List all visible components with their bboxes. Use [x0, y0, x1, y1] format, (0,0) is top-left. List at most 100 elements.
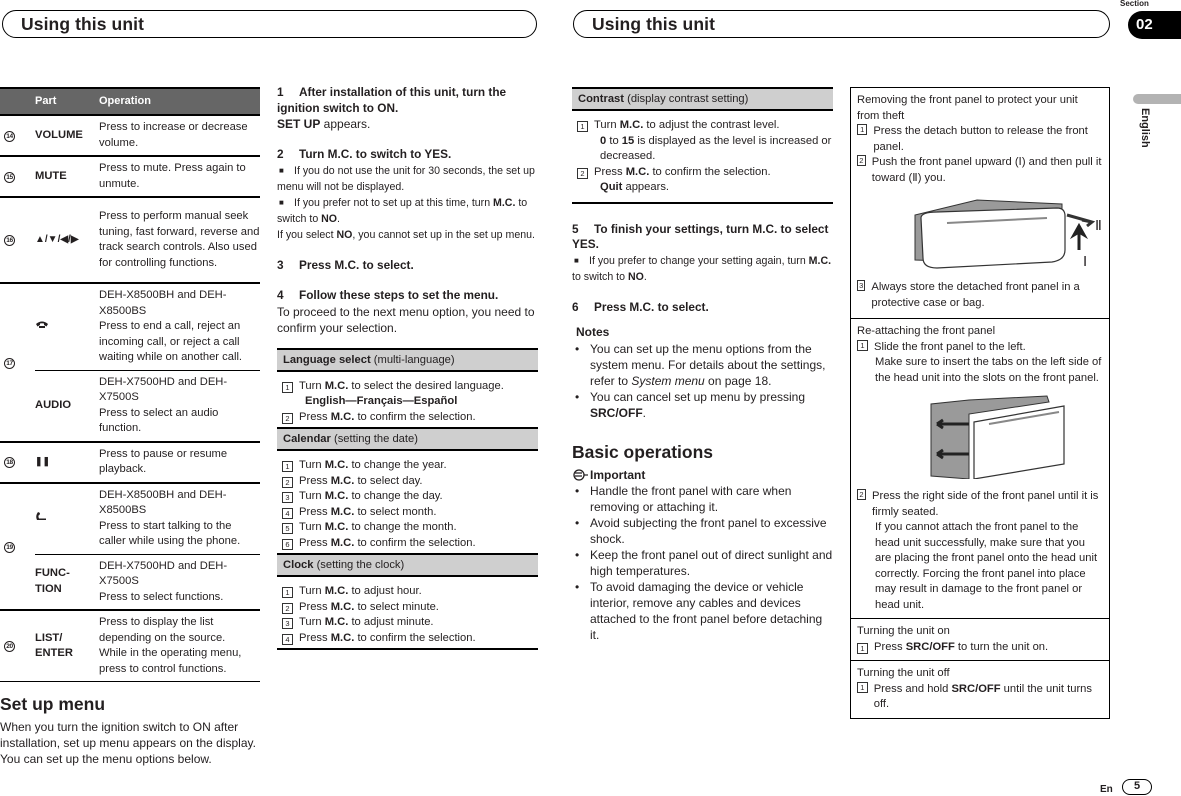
list-item: 1 Press and hold SRC/OFF until the unit t…: [857, 681, 1103, 713]
part-operation: Press to select functions.: [99, 590, 224, 603]
step-box-1-icon: 1: [857, 681, 868, 693]
setup-menu-intro: When you turn the ignition switch to ON …: [0, 720, 256, 766]
step-3: 3 Press M.C. to select.: [277, 257, 414, 272]
list-item: 3 Always store the detached front panel i…: [857, 280, 1103, 311]
turn-off-section: Turning the unit off 1 Press and hold SRC…: [851, 661, 1109, 718]
reattach-title: Re-attaching the front panel: [857, 325, 996, 337]
square-bullet-icon: ■: [279, 197, 284, 207]
model-note: DEH-X7500HD and DEH-X7500S: [99, 375, 228, 404]
remove-section: Removing the front panel to protect your…: [851, 88, 1109, 319]
part-operation: Press to select an audio function.: [99, 406, 219, 435]
table-row: AUDIO DEH-X7500HD and DEH-X7500S Press to…: [0, 369, 260, 442]
step-box-1-icon: 1: [857, 124, 868, 135]
step-box-icon: 1: [282, 461, 293, 472]
table-row: 17 DEH-X8500BH and DEH-X8500BS Press to e…: [0, 282, 260, 443]
list-item: 1 Turn M.C. to adjust the contrast level.: [577, 118, 833, 134]
step-box-3-icon: 3: [857, 280, 866, 291]
table-row: 20 LIST/ ENTER Press to display the list…: [0, 609, 260, 682]
table-row: 16 ▲/▼/◀/▶ Press to perform manual seek …: [0, 196, 260, 283]
step-box-2-icon: 2: [857, 155, 866, 166]
language-label: English: [1139, 108, 1151, 148]
section-label: Section: [1120, 0, 1149, 8]
list-item: 4 Press M.C. to confirm the selection.: [282, 631, 538, 647]
note-item: You can set up the menu options from the…: [572, 341, 833, 389]
label-1: Ⅰ: [1083, 255, 1087, 270]
setup-menu-heading: Set up menu: [0, 694, 106, 714]
important-item: To avoid damaging the device or vehicle …: [572, 579, 833, 643]
list-item: 5 Turn M.C. to change the month.: [282, 520, 538, 536]
list-item: 1 Press SRC/OFF to turn the unit on.: [857, 640, 1103, 656]
part-operation-2: While in the operating menu, press to co…: [99, 647, 242, 675]
turn-on-section: Turning the unit on 1 Press SRC/OFF to tu…: [851, 619, 1109, 661]
front-panel-box: Removing the front panel to protect your…: [850, 87, 1110, 719]
column-2: 1 After installation of this unit, turn t…: [277, 85, 538, 650]
label-2: Ⅱ: [1095, 219, 1102, 234]
language-options: English—Français—Español: [305, 395, 458, 407]
part-operation: Press to pause or resume playback.: [99, 440, 260, 483]
part-name: VOLUME: [35, 114, 99, 156]
part-name: MUTE: [35, 155, 99, 197]
basic-operations-heading: Basic operations: [572, 441, 714, 462]
step-4-text: To proceed to the next menu option, you …: [277, 304, 535, 335]
list-item: 2 Press M.C. to select minute.: [282, 600, 538, 616]
list-item: 3 Turn M.C. to adjust minute.: [282, 615, 538, 631]
clock-menu: Clock (setting the clock) 1 Turn M.C. to …: [277, 553, 538, 650]
menu-band: Calendar (setting the date): [277, 427, 538, 451]
list-item: 1 Turn M.C. to select the desired languag…: [282, 379, 538, 395]
number-circle: 14: [4, 130, 15, 142]
list-item: 1 Slide the front panel to the left.: [857, 339, 1103, 356]
menu-band: Clock (setting the clock): [277, 553, 538, 577]
list-item: 1 Turn M.C. to change the year.: [282, 458, 538, 474]
step-box-icon: 2: [282, 476, 293, 488]
step-box-icon: 3: [282, 618, 293, 629]
phone-answer-icon: [36, 511, 46, 520]
model-note: DEH-X8500BH and DEH-X8500BS: [99, 488, 227, 517]
phone-hang-up-icon: [36, 321, 48, 328]
step-2: 2 Turn M.C. to switch to YES.: [277, 147, 452, 161]
notes: Notes You can set up the menu options fr…: [572, 325, 833, 421]
menu-band: Language select (multi-language): [277, 347, 538, 372]
step-box-1-icon: 1: [282, 381, 293, 393]
number-circle: 16: [4, 235, 15, 247]
step-box-icon: 5: [282, 523, 293, 534]
contrast-range: 0 to 15 is displayed as the level is inc…: [600, 134, 832, 163]
number-circle: 15: [4, 171, 15, 183]
list-item: 3 Turn M.C. to change the day.: [282, 489, 538, 505]
parts-table: Part Operation 14 VOLUME Press to increa…: [0, 87, 260, 682]
part-operation: Press to start talking to the caller whi…: [99, 519, 241, 548]
part-operation: Press to mute. Press again to unmute.: [99, 155, 260, 197]
section-number: 02: [1128, 11, 1181, 39]
important-label: Important: [572, 468, 833, 484]
table-row: 19 DEH-X8500BH and DEH-X8500BS Press to s…: [0, 481, 260, 610]
notes-heading: Notes: [576, 325, 610, 339]
important-icon: [573, 468, 588, 481]
header-left: Using this unit: [2, 10, 537, 38]
list-item: 1 Turn M.C. to adjust hour.: [282, 584, 538, 600]
list-item: 2 Press the right side of the front panel…: [857, 489, 1103, 520]
important-item: Avoid subjecting the front panel to exce…: [572, 515, 833, 547]
step-box-1-icon: 1: [857, 339, 868, 351]
language-select-menu: Language select (multi-language) 1 Turn M…: [277, 347, 538, 428]
square-bullet-icon: ■: [574, 255, 579, 265]
list-item: 4 Press M.C. to select month.: [282, 505, 538, 521]
part-name: LIST/ ENTER: [35, 609, 99, 682]
step-box-icon: 2: [282, 602, 293, 614]
number-circle: 18: [4, 457, 15, 469]
reattach-panel-illustration: [930, 395, 1065, 479]
page-number: 5: [1122, 779, 1152, 795]
step-box-1-icon: 1: [577, 121, 588, 132]
step-2-note-3: If you select NO, you cannot set up in t…: [277, 228, 535, 241]
header-title-right: Using this unit: [592, 14, 716, 34]
model-note: DEH-X7500HD and DEH-X7500S: [99, 559, 228, 588]
step-box-icon: 4: [282, 633, 293, 645]
part-name: AUDIO: [35, 369, 99, 442]
column-3: Contrast (display contrast setting) 1 Tur…: [572, 87, 833, 643]
number-circle: 19: [4, 541, 15, 553]
list-item: 2 Press M.C. to select day.: [282, 474, 538, 490]
pause-icon: ❚❚: [35, 440, 99, 483]
step-5: 5 To finish your settings, turn M.C. to s…: [572, 221, 829, 252]
important-item: Handle the front panel with care when re…: [572, 483, 833, 515]
step-5-note: ■ If you prefer to change your setting ag…: [572, 254, 832, 283]
important-item: Keep the front panel out of direct sunli…: [572, 547, 833, 579]
part-operation: Press to perform manual seek tuning, fas…: [99, 196, 260, 283]
